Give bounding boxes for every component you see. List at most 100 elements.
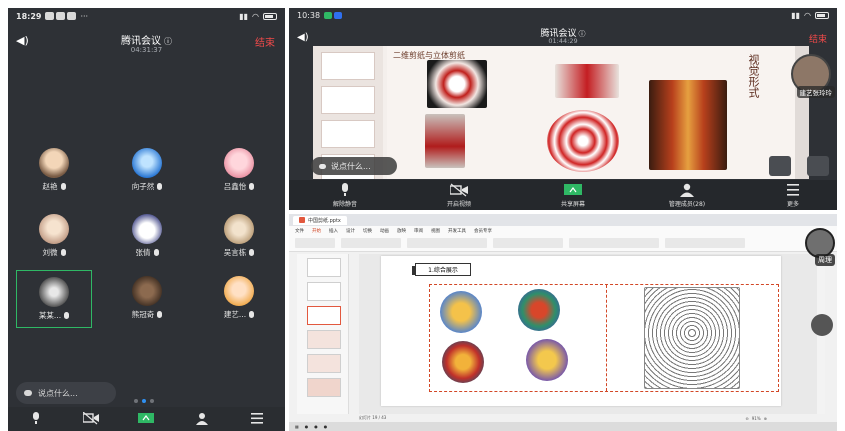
slide-thumbnail[interactable]	[307, 282, 341, 301]
shared-screen-meeting-window: 10:38 ▮▮ ◠ ◀) 腾讯会议 ⓘ 01:44:29 结束 二维剪纸与立体剪…	[289, 8, 837, 210]
participant-tile[interactable]: 刘微	[16, 208, 92, 260]
slide-thumbnail[interactable]	[321, 52, 375, 80]
mic-icon	[60, 183, 66, 190]
status-time: 10:38	[297, 10, 321, 20]
participant-tile[interactable]: 建艺...	[201, 270, 277, 322]
ribbon-group[interactable]	[407, 238, 487, 248]
menu-item[interactable]: 视图	[431, 228, 440, 234]
slide-thumbnail-panel	[297, 254, 349, 419]
pptx-icon	[299, 217, 305, 223]
share-screen-button[interactable]: 共享屏幕	[533, 183, 613, 208]
ribbon-group[interactable]	[493, 238, 563, 248]
members-icon	[678, 183, 696, 197]
end-meeting-button[interactable]: 结束	[809, 32, 827, 45]
unmute-button[interactable]: 解除静音	[305, 183, 385, 208]
ribbon-group[interactable]	[341, 238, 401, 248]
video-camera-icon[interactable]	[82, 410, 100, 425]
participant-name: 建艺...	[223, 310, 247, 319]
slide-editor-canvas: 1.综合展示	[359, 254, 819, 414]
menu-item[interactable]: 开发工具	[448, 228, 466, 234]
notification-icon	[334, 11, 343, 19]
slide-thumbnail[interactable]	[321, 86, 375, 114]
avatar	[132, 214, 162, 244]
chat-input[interactable]: 说点什么...	[16, 382, 116, 404]
end-meeting-button[interactable]: 结束	[255, 34, 275, 49]
avatar	[39, 214, 69, 244]
more-icon	[784, 183, 802, 197]
slide-counter: 幻灯片 19 / 43	[359, 415, 387, 420]
share-screen-icon[interactable]	[138, 410, 155, 423]
ribbon-group[interactable]	[665, 238, 745, 248]
pin-button[interactable]	[807, 156, 829, 176]
participant-tile[interactable]: 吕鑫怡	[201, 142, 277, 194]
participant-tile[interactable]: 吴言栋	[201, 208, 277, 260]
mic-icon	[249, 249, 255, 256]
menu-item[interactable]: 会员专享	[474, 228, 492, 234]
ribbon-group[interactable]	[295, 238, 335, 248]
participant-tile-active[interactable]: 某某...	[16, 270, 92, 328]
slide-thumbnail-selected[interactable]	[307, 306, 341, 325]
slide-thumbnail[interactable]	[321, 120, 375, 148]
chat-bubble-icon	[24, 390, 32, 396]
slide-thumbnail[interactable]	[307, 258, 341, 277]
zoom-icon[interactable]: ⊕	[764, 416, 767, 421]
participant-name: 刘微	[42, 248, 58, 257]
slide-thumbnail[interactable]	[307, 354, 341, 373]
menu-item[interactable]: 文件	[295, 228, 304, 234]
participant-tile[interactable]: 向子然	[109, 142, 185, 194]
slide-canvas: 二维剪纸与立体剪纸 视觉形式	[387, 46, 795, 179]
participant-tile[interactable]: 赵艳	[16, 142, 92, 194]
participant-name: 某某...	[38, 311, 62, 320]
slide-section-tag: 1.综合展示	[412, 263, 471, 276]
start-video-button[interactable]: 开启视频	[419, 183, 499, 208]
paper-cut-image	[440, 291, 482, 333]
slide-thumbnail[interactable]	[307, 378, 341, 397]
chat-placeholder: 说点什么...	[331, 161, 371, 171]
layout-toggle-button[interactable]	[769, 156, 791, 176]
microphone-icon[interactable]	[811, 314, 833, 336]
paper-cut-image	[526, 339, 568, 381]
status-bar: 幻灯片 19 / 43 ⊖ 91% ⊕	[289, 414, 837, 422]
menu-item[interactable]: 动画	[380, 228, 389, 234]
more-button[interactable]: 更多	[753, 183, 833, 208]
menu-item[interactable]: 设计	[346, 228, 355, 234]
zoom-icon[interactable]: ⊖	[745, 416, 748, 421]
status-time: 18:29	[16, 11, 42, 21]
menu-item[interactable]: 切换	[363, 228, 372, 234]
chat-input[interactable]: 说点什么...	[311, 157, 397, 175]
phone-meeting-window: 18:29 ··· ▮▮ ◠ ◀) 腾讯会议 ⓘ 04:31:37 结束 赵艳 向…	[8, 8, 285, 431]
ribbon-group[interactable]	[569, 238, 659, 248]
taskbar-app-icon[interactable]: ●	[305, 424, 309, 429]
document-tab[interactable]: 中国剪纸.pptx	[293, 215, 347, 225]
current-slide[interactable]: 1.综合展示	[381, 256, 781, 406]
start-icon[interactable]: ▦	[295, 424, 299, 429]
menu-item[interactable]: 插入	[329, 228, 338, 234]
taskbar-app-icon[interactable]: ●	[324, 424, 328, 429]
participant-tile[interactable]: 张倩	[109, 208, 185, 260]
meeting-toolbar: 解除静音 开启视频 共享屏幕 管理成员(28) 更多	[289, 180, 837, 210]
wifi-icon: ◠	[252, 11, 259, 21]
participant-name: 向子然	[131, 182, 155, 191]
slide-side-heading: 视觉形式	[747, 54, 760, 98]
mic-icon	[64, 312, 70, 319]
microphone-icon	[336, 183, 354, 197]
menu-item[interactable]: 审阅	[414, 228, 423, 234]
menu-item[interactable]: 开始	[312, 228, 321, 234]
mic-icon	[60, 249, 66, 256]
battery-icon	[263, 12, 277, 20]
microphone-icon[interactable]	[28, 410, 44, 424]
notification-icon	[56, 12, 66, 20]
content-frame	[429, 284, 779, 392]
notification-icon	[67, 12, 77, 20]
avatar	[39, 277, 69, 307]
participant-name: 熊冠奇	[131, 310, 155, 319]
taskbar-app-icon[interactable]: ●	[314, 424, 318, 429]
more-icon[interactable]	[249, 410, 265, 424]
info-icon[interactable]: ⓘ	[164, 37, 172, 46]
participant-tile[interactable]: 熊冠奇	[109, 270, 185, 322]
members-icon[interactable]	[194, 410, 210, 425]
presenter-name: 周理	[815, 254, 835, 266]
manage-members-button[interactable]: 管理成员(28)	[647, 183, 727, 208]
slide-thumbnail[interactable]	[307, 330, 341, 349]
menu-item[interactable]: 放映	[397, 228, 406, 234]
